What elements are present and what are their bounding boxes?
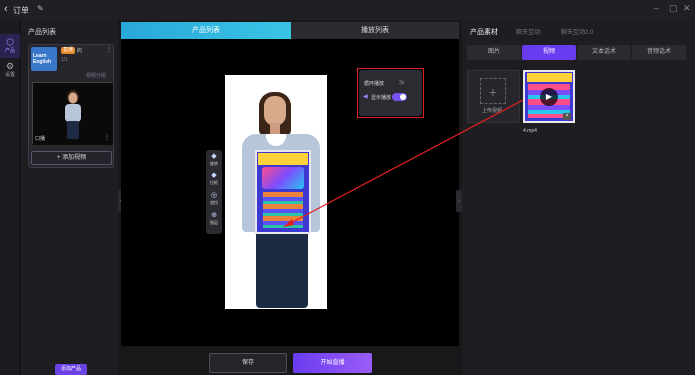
tool-label: 遮挡 bbox=[210, 200, 218, 205]
product-thumbnail: Learn English bbox=[31, 47, 57, 71]
nav-item-products[interactable]: ⬡ 产品 bbox=[0, 34, 20, 58]
thumbnail-text: Learn English bbox=[33, 53, 52, 65]
minimize-icon[interactable]: – bbox=[654, 3, 659, 13]
nav-label: 设置 bbox=[4, 72, 15, 78]
subtab-audio-scripts[interactable]: 音频话术 bbox=[632, 45, 686, 60]
add-video-button[interactable]: + 添加视频 bbox=[31, 151, 112, 165]
subtab-videos[interactable]: 视频 bbox=[522, 45, 576, 60]
tab-product-list[interactable]: 产品列表 bbox=[121, 22, 291, 39]
presenter-face bbox=[264, 96, 286, 126]
popup-title: 循环播放 bbox=[364, 81, 385, 87]
close-icon[interactable]: ✕ bbox=[683, 3, 691, 14]
toggle-label: 显示播放 bbox=[371, 95, 392, 101]
layer-icon: ⊕ bbox=[211, 212, 217, 219]
layer-tool[interactable]: ⊕ 图层 bbox=[206, 212, 222, 226]
title-bar bbox=[0, 0, 695, 20]
delete-icon[interactable]: × bbox=[563, 113, 571, 120]
tool-label: 旋转 bbox=[210, 161, 218, 166]
tab-chat-interact-2[interactable]: 聊天互动2.0 bbox=[561, 27, 593, 36]
overlay-header bbox=[258, 153, 308, 165]
product-name: 的 bbox=[77, 48, 83, 54]
popup-value: 3s bbox=[399, 80, 405, 86]
rotate-icon: ◆ bbox=[211, 153, 217, 160]
window-title: 订单 bbox=[13, 6, 29, 15]
tab-product-material[interactable]: 产品素材 bbox=[470, 27, 498, 37]
tool-label: 拉框 bbox=[210, 180, 218, 185]
display-toggle[interactable] bbox=[392, 93, 407, 101]
nav-item-settings[interactable]: ⚙ 设置 bbox=[0, 58, 20, 82]
back-icon[interactable]: ‹ bbox=[4, 3, 8, 15]
media-header bbox=[527, 73, 572, 82]
play-icon[interactable]: ▶ bbox=[540, 88, 558, 106]
video-menu-icon[interactable]: ⋮ bbox=[104, 134, 110, 141]
save-button[interactable]: 保存 bbox=[209, 353, 287, 373]
add-product-button[interactable]: 添加产品 bbox=[55, 364, 87, 375]
upload-label: 上传视频 bbox=[482, 108, 503, 114]
plus-icon: + bbox=[480, 78, 506, 104]
mask-icon: ◎ bbox=[210, 192, 218, 199]
tab-playlist[interactable]: 播放列表 bbox=[291, 22, 459, 39]
product-menu-icon[interactable]: ⋮ bbox=[106, 46, 112, 53]
maximize-icon[interactable]: ▢ bbox=[669, 3, 678, 14]
edit-title-icon[interactable]: ✎ bbox=[37, 4, 44, 13]
mask-tool[interactable]: ◎ 遮挡 bbox=[206, 192, 222, 206]
tool-label: 图层 bbox=[210, 220, 218, 225]
presenter-skirt bbox=[256, 228, 308, 308]
speaker-icon: ◀ bbox=[363, 94, 368, 100]
nav-label: 产品 bbox=[4, 48, 15, 54]
product-icon: ⬡ bbox=[6, 37, 14, 47]
video-group-link[interactable]: 视频分组 bbox=[86, 72, 106, 79]
status-badge: 直播 bbox=[61, 47, 75, 54]
overlay-graphic bbox=[262, 167, 304, 189]
product-subtext: 1/1 bbox=[61, 57, 68, 63]
gear-icon: ⚙ bbox=[5, 61, 15, 71]
tab-chat-interact[interactable]: 聊天互动 bbox=[516, 27, 540, 36]
frame-tool[interactable]: ◆ 拉框 bbox=[206, 172, 222, 186]
overlay-bars bbox=[263, 192, 303, 228]
rotate-tool[interactable]: ◆ 旋转 bbox=[206, 153, 222, 167]
frame-icon: ◆ bbox=[211, 172, 217, 179]
panel-title: 产品列表 bbox=[28, 29, 56, 36]
video-name: 口播 bbox=[35, 136, 46, 142]
media-filename: 4.mp4 bbox=[523, 128, 537, 134]
start-live-button[interactable]: 开始直播 bbox=[293, 353, 372, 373]
subtab-text-scripts[interactable]: 文本话术 bbox=[577, 45, 631, 60]
subtab-images[interactable]: 图片 bbox=[467, 45, 521, 60]
tab-bar: 产品列表 播放列表 bbox=[121, 22, 459, 39]
